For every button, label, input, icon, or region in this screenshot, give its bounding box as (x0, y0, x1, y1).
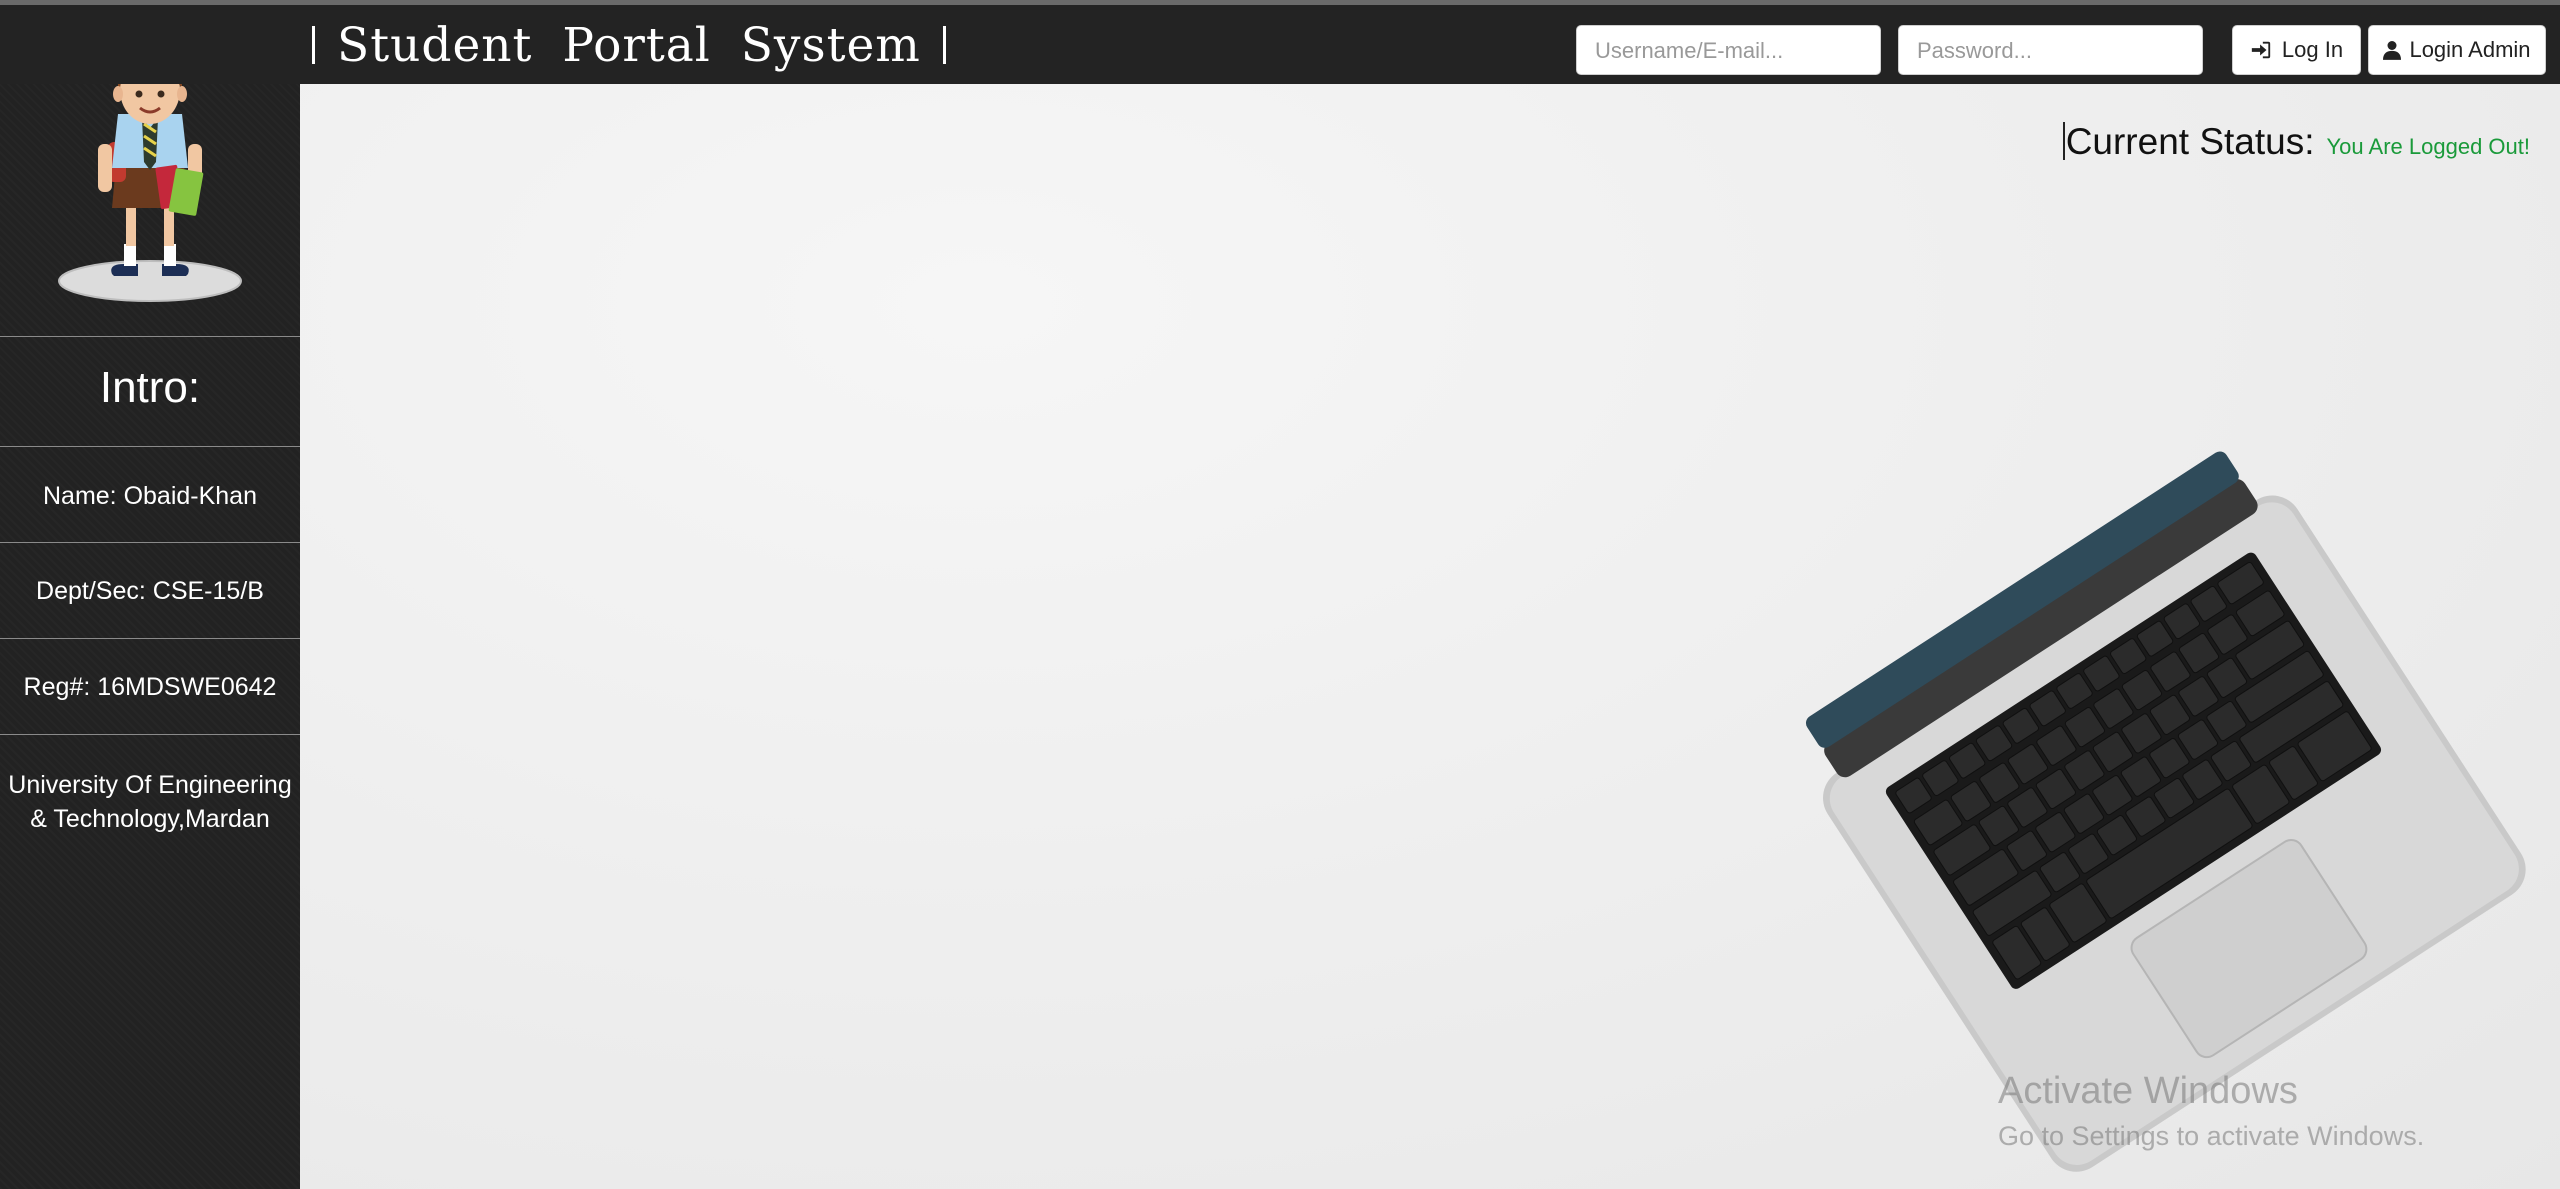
status-value: You Are Logged Out! (2326, 134, 2530, 159)
login-button-label: Log In (2281, 37, 2344, 62)
status-label: Current Status: (2065, 121, 2315, 162)
site-title: Student Portal System (300, 17, 946, 73)
site-title-text: Student Portal System (337, 17, 921, 73)
title-bar-right (942, 26, 946, 64)
login-admin-label: Login Admin (2409, 37, 2531, 62)
user-icon (2383, 41, 2402, 60)
windows-activation-watermark: Activate Windows Go to Settings to activ… (1998, 1070, 2424, 1152)
sidebar-divider (0, 336, 300, 337)
sidebar-divider (0, 446, 300, 447)
main-content: Current Status: You Are Logged Out! Acti… (300, 84, 2560, 1189)
login-button[interactable]: Log In (2232, 25, 2361, 75)
watermark-line2: Go to Settings to activate Windows. (1998, 1121, 2425, 1151)
sidebar-divider (0, 638, 300, 639)
student-university: University Of Engineering & Technology,M… (8, 771, 292, 833)
current-status: Current Status: You Are Logged Out! (2062, 116, 2530, 163)
login-admin-button[interactable]: Login Admin (2368, 25, 2546, 75)
student-reg: Reg#: 16MDSWE0642 (23, 673, 277, 701)
navbar: Student Portal System Username/E-mail...… (0, 5, 2560, 84)
sidebar-divider (0, 734, 300, 735)
password-input[interactable]: Password... (1898, 25, 2203, 75)
sidebar-divider (0, 542, 300, 543)
sidebar: Intro: Name: Obaid-Khan Dept/Sec: CSE-15… (0, 56, 300, 1189)
student-name: Name: Obaid-Khan (42, 482, 257, 510)
student-avatar (0, 56, 300, 336)
intro-heading: Intro: (99, 363, 201, 412)
title-bar-left (312, 26, 315, 64)
watermark-line1: Activate Windows (1998, 1070, 2298, 1112)
student-dept: Dept/Sec: CSE-15/B (36, 577, 264, 605)
username-input[interactable]: Username/E-mail... (1576, 25, 1881, 75)
sign-in-icon (2251, 41, 2271, 59)
text-caret (2062, 122, 2065, 160)
